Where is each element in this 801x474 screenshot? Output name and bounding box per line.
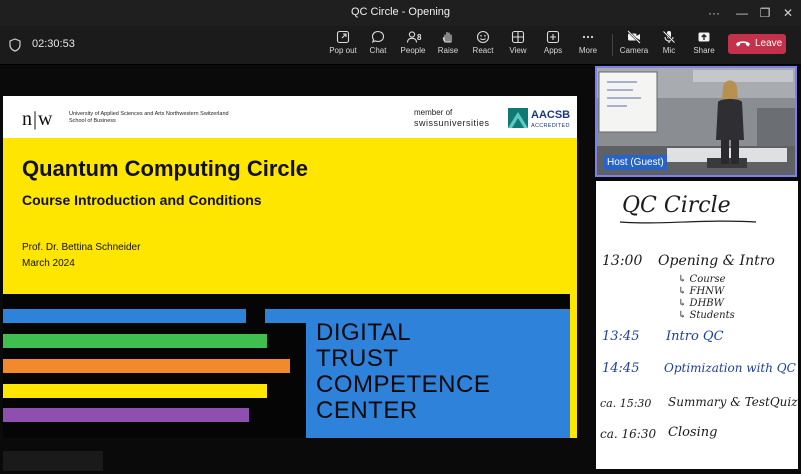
raise-hand-button[interactable]: Raise <box>428 30 468 62</box>
camera-button[interactable]: Camera <box>614 30 654 62</box>
chat-icon <box>371 30 385 44</box>
share-label: Share <box>693 46 715 55</box>
agenda-subitem-dhbw: ↳ DHBW <box>678 298 724 309</box>
agenda-time-4: ca. 15:30 <box>600 397 652 410</box>
chat-button[interactable]: Chat <box>358 30 398 62</box>
share-icon <box>698 32 710 42</box>
school-name: University of Applied Sciences and Arts … <box>69 111 229 125</box>
participant-name-tag: Host (Guest) <box>604 155 667 170</box>
people-count-badge: 8 <box>417 33 422 42</box>
react-label: React <box>472 46 494 55</box>
stripe-green <box>3 334 267 348</box>
agenda-time-5: ca. 16:30 <box>600 427 657 441</box>
whiteboard-title: QC Circle <box>622 193 731 218</box>
leave-label: Leave <box>755 38 783 49</box>
mic-label: Mic <box>662 46 676 55</box>
stripe-blue-right <box>265 309 306 323</box>
leave-button[interactable]: Leave <box>728 34 786 54</box>
agenda-subitem-fhnw: ↳ FHNW <box>678 286 725 297</box>
pop-out-button[interactable]: Pop out <box>323 30 363 62</box>
school-line-2: School of Business <box>69 118 116 124</box>
dtc-line-2: TRUST <box>316 345 399 372</box>
swissuniversities-logo: swissuniversities <box>414 118 490 128</box>
view-grid-icon <box>511 30 525 44</box>
apps-icon <box>546 30 560 44</box>
raise-label: Raise <box>437 46 459 55</box>
raise-hand-icon <box>442 31 452 43</box>
camera-off-icon <box>627 30 641 44</box>
agenda-item-1: Opening & Intro <box>658 253 775 269</box>
more-button[interactable]: More <box>568 30 608 62</box>
agenda-time-1: 13:00 <box>602 253 643 269</box>
aacsb-name: AACSB <box>531 109 571 121</box>
phone-hangup-icon <box>736 41 750 47</box>
fhnw-logo: n|w <box>22 108 54 130</box>
title-underline <box>619 220 757 224</box>
agenda-item-2: Intro QC <box>666 329 724 344</box>
mic-button[interactable]: Mic <box>649 30 689 62</box>
aacsb-accredited: ACCREDITED <box>531 123 570 129</box>
more-options-icon[interactable]: ··· <box>701 3 727 23</box>
react-button[interactable]: React <box>463 30 503 62</box>
host-video-tile[interactable]: Host (Guest) <box>595 66 797 177</box>
member-of-label: member of <box>414 108 453 117</box>
mic-off-icon <box>662 30 676 44</box>
stripe-purple <box>3 408 249 422</box>
member-of-block: member of swissuniversities <box>414 108 490 128</box>
pop-out-icon <box>336 30 350 44</box>
school-line-1: University of Applied Sciences and Arts … <box>69 111 229 117</box>
camera-label: Camera <box>619 46 649 55</box>
dtc-line-1: DIGITAL <box>316 319 412 346</box>
agenda-time-3: 14:45 <box>602 361 640 376</box>
shared-slide: n|w University of Applied Sciences and A… <box>3 96 577 438</box>
meeting-toolbar: 02:30:53 Pop out Chat 8 People Raise Rea… <box>0 26 801 65</box>
agenda-time-2: 13:45 <box>602 329 640 344</box>
view-button[interactable]: View <box>498 30 538 62</box>
stripe-yellow <box>3 384 267 398</box>
meeting-timer: 02:30:53 <box>32 38 75 50</box>
toolbar-divider <box>612 34 613 56</box>
apps-label: Apps <box>543 46 563 55</box>
chat-label: Chat <box>369 46 387 55</box>
slide-subtitle: Course Introduction and Conditions <box>22 192 262 208</box>
stripe-orange <box>3 359 290 373</box>
share-button[interactable]: Share <box>684 30 724 62</box>
agenda-item-5: Closing <box>668 425 718 440</box>
dtc-line-3: COMPETENCE <box>316 371 491 398</box>
title-banner: Quantum Computing Circle Course Introduc… <box>3 138 577 294</box>
people-label: People <box>400 46 426 55</box>
react-icon <box>476 30 490 44</box>
bottom-status-bar <box>3 451 103 471</box>
aacsb-logo-icon <box>508 108 528 128</box>
agenda-subitem-students: ↳ Students <box>678 310 735 321</box>
title-bar: QC Circle - Opening ··· — ❐ ✕ <box>0 0 801 26</box>
slide-edge-accent <box>570 294 577 438</box>
people-button[interactable]: 8 People <box>393 30 433 62</box>
shield-icon <box>9 38 21 52</box>
slide-title: Quantum Computing Circle <box>22 156 308 181</box>
close-window-button[interactable]: ✕ <box>775 3 801 23</box>
apps-button[interactable]: Apps <box>533 30 573 62</box>
agenda-item-3: Optimization with QC <box>664 361 796 375</box>
aacsb-badge: AACSB ACCREDITED <box>531 110 570 132</box>
stripe-blue <box>3 309 246 323</box>
more-label: More <box>578 46 598 55</box>
view-label: View <box>509 46 527 55</box>
window-title: QC Circle - Opening <box>350 6 451 18</box>
pop-out-label: Pop out <box>329 46 357 55</box>
more-icon <box>582 35 594 39</box>
slide-author: Prof. Dr. Bettina Schneider <box>22 242 141 253</box>
agenda-subitem-course: ↳ Course <box>678 274 726 285</box>
slide-date: March 2024 <box>22 258 75 269</box>
agenda-item-4: Summary & TestQuiz <box>668 395 798 409</box>
dtc-line-4: CENTER <box>316 397 418 424</box>
whiteboard-panel: QC Circle 13:00 Opening & Intro ↳ Course… <box>596 181 798 469</box>
